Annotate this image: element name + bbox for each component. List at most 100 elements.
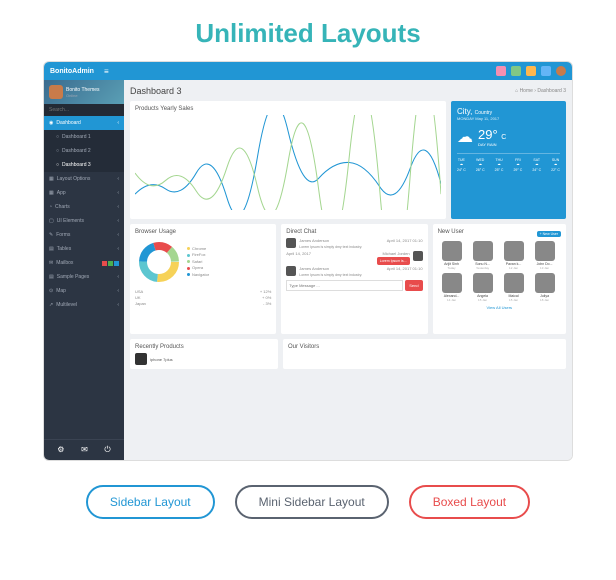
menu-label: Layout Options [57, 176, 91, 182]
menu-icon: ✉ [49, 260, 53, 266]
notif-icon[interactable] [511, 66, 521, 76]
product-thumb [135, 353, 147, 365]
sidebar-menu: ◉Dashboard‹○Dashboard 1○Dashboard 2○Dash… [44, 116, 124, 439]
forecast: TUE☁24° CWED☁28° CTHU☁25° CFRI☁29° CSAT☁… [457, 153, 560, 172]
chevron-icon: ‹ [117, 302, 119, 308]
menu-icon: ▦ [49, 190, 54, 196]
sidebar-item[interactable]: ▤Tables‹ [44, 242, 124, 256]
topbar-icons [496, 66, 566, 76]
chevron-icon: ‹ [117, 218, 119, 224]
chevron-icon: ‹ [117, 288, 119, 294]
profile-name: Bonito Themes [66, 87, 100, 93]
forecast-day: TUE☁24° C [457, 158, 466, 172]
sidebar-profile[interactable]: Bonito Themes Online [44, 80, 124, 104]
sidebar-item[interactable]: ⊙Map‹ [44, 284, 124, 298]
menu-label: Dashboard 2 [62, 148, 91, 154]
notif-icon[interactable] [541, 66, 551, 76]
user-avatar-icon[interactable] [556, 66, 566, 76]
notif-icon[interactable] [496, 66, 506, 76]
chevron-icon: ‹ [117, 204, 119, 210]
card-title: New User [438, 229, 464, 235]
send-button[interactable]: Send [405, 280, 422, 291]
legend-item: Navigator [187, 272, 209, 278]
dashboard-screenshot: BonitoAdmin ≡ Bonito Themes Online ◉Dash… [43, 61, 573, 461]
user-item[interactable]: Alexand...14 Jan [438, 273, 466, 302]
brand-logo[interactable]: BonitoAdmin [50, 68, 94, 75]
weather-condition: DAY RAIN [478, 142, 506, 147]
breadcrumb: ⌂ Home › Dashboard 3 [515, 88, 566, 94]
breadcrumb-current: Dashboard 3 [537, 88, 566, 94]
hamburger-icon[interactable]: ≡ [104, 67, 109, 76]
chevron-icon: ‹ [117, 246, 119, 252]
menu-label: Dashboard [56, 120, 80, 126]
weather-date: MONDAY May 11, 2017 [457, 116, 560, 121]
card-title: Recently Products [135, 344, 273, 350]
avatar [504, 241, 524, 261]
user-item[interactable]: John Do...13 Jan [531, 241, 559, 270]
sidebar-layout-pill[interactable]: Sidebar Layout [86, 485, 215, 519]
weather-city: City, Country [457, 107, 560, 116]
recent-products-card: Recently Products iphone 7plus [130, 339, 278, 369]
stat-row: USA+ 12% [135, 289, 271, 294]
menu-label: Multilevel [56, 302, 77, 308]
mini-sidebar-pill[interactable]: Mini Sidebar Layout [235, 485, 389, 519]
menu-icon: ✎ [49, 232, 53, 238]
sidebar-item[interactable]: ○Dashboard 1 [44, 130, 124, 144]
new-user-button[interactable]: + New User [537, 231, 561, 237]
menu-label: Forms [56, 232, 70, 238]
sidebar-item[interactable]: ○Dashboard 3 [44, 158, 124, 172]
sidebar-item[interactable]: ▦App‹ [44, 186, 124, 200]
sidebar-item[interactable]: ▤Sample Pages‹ [44, 270, 124, 284]
user-item[interactable]: Maical15 Jan [500, 273, 528, 302]
sales-chart [135, 115, 441, 210]
power-icon[interactable]: ⏻ [104, 445, 110, 455]
menu-icon: ▤ [49, 274, 54, 280]
topbar: BonitoAdmin ≡ [44, 62, 572, 80]
sidebar-item[interactable]: ◔Charts‹ [44, 200, 124, 214]
chevron-icon: ‹ [117, 120, 119, 126]
sidebar-item[interactable]: ✉Mailbox [44, 256, 124, 270]
boxed-layout-pill[interactable]: Boxed Layout [409, 485, 530, 519]
browser-stats: USA+ 12%UK+ 0%Japan- 3% [135, 289, 271, 306]
menu-icon: ▦ [49, 176, 54, 182]
chevron-icon: ‹ [117, 274, 119, 280]
search-input[interactable] [49, 107, 119, 113]
notif-icon[interactable] [526, 66, 536, 76]
avatar [442, 241, 462, 261]
menu-icon: ○ [56, 162, 59, 168]
legend: ChromeFireFoxSafariOperaNavigator [187, 246, 209, 278]
menu-icon: ◉ [49, 120, 53, 126]
avatar [535, 241, 555, 261]
sidebar-item[interactable]: ↗Multilevel ‹ [44, 298, 124, 312]
menu-label: Mailbox [56, 260, 73, 266]
avatar [473, 273, 493, 293]
menu-label: Tables [57, 246, 71, 252]
card-title: Products Yearly Sales [135, 106, 441, 112]
stat-row: UK+ 0% [135, 295, 271, 300]
avatar [473, 241, 493, 261]
sidebar-item[interactable]: ▦Layout Options‹ [44, 172, 124, 186]
menu-label: App [57, 190, 66, 196]
page-title: Dashboard 3 [130, 86, 182, 96]
chat-input[interactable] [286, 280, 403, 291]
sidebar-search [44, 104, 124, 116]
sidebar-item[interactable]: ▢UI Elements‹ [44, 214, 124, 228]
view-all-link[interactable]: View All Users [438, 305, 561, 310]
menu-label: UI Elements [57, 218, 84, 224]
forecast-day: FRI☁29° C [513, 158, 522, 172]
user-item[interactable]: Angela15 Jan [469, 273, 497, 302]
user-item[interactable]: Arijit SinhToday [438, 241, 466, 270]
sidebar-item[interactable]: ◉Dashboard ‹ [44, 116, 124, 130]
sidebar-item[interactable]: ○Dashboard 2 [44, 144, 124, 158]
main-content: Dashboard 3 ⌂ Home › Dashboard 3 Product… [124, 80, 572, 460]
mail-icon[interactable]: ✉ [81, 445, 88, 455]
sidebar-item[interactable]: ✎Forms ‹ [44, 228, 124, 242]
breadcrumb-home[interactable]: Home [520, 88, 533, 94]
user-item[interactable]: Sonu N...Yesterday [469, 241, 497, 270]
menu-icon: ○ [56, 134, 59, 140]
user-item[interactable]: Pavan k...12 Jan [500, 241, 528, 270]
menu-icon: ↗ [49, 302, 53, 308]
user-item[interactable]: Juliya18 Jan [531, 273, 559, 302]
chevron-icon: ‹ [117, 232, 119, 238]
gear-icon[interactable]: ⚙ [57, 445, 64, 455]
